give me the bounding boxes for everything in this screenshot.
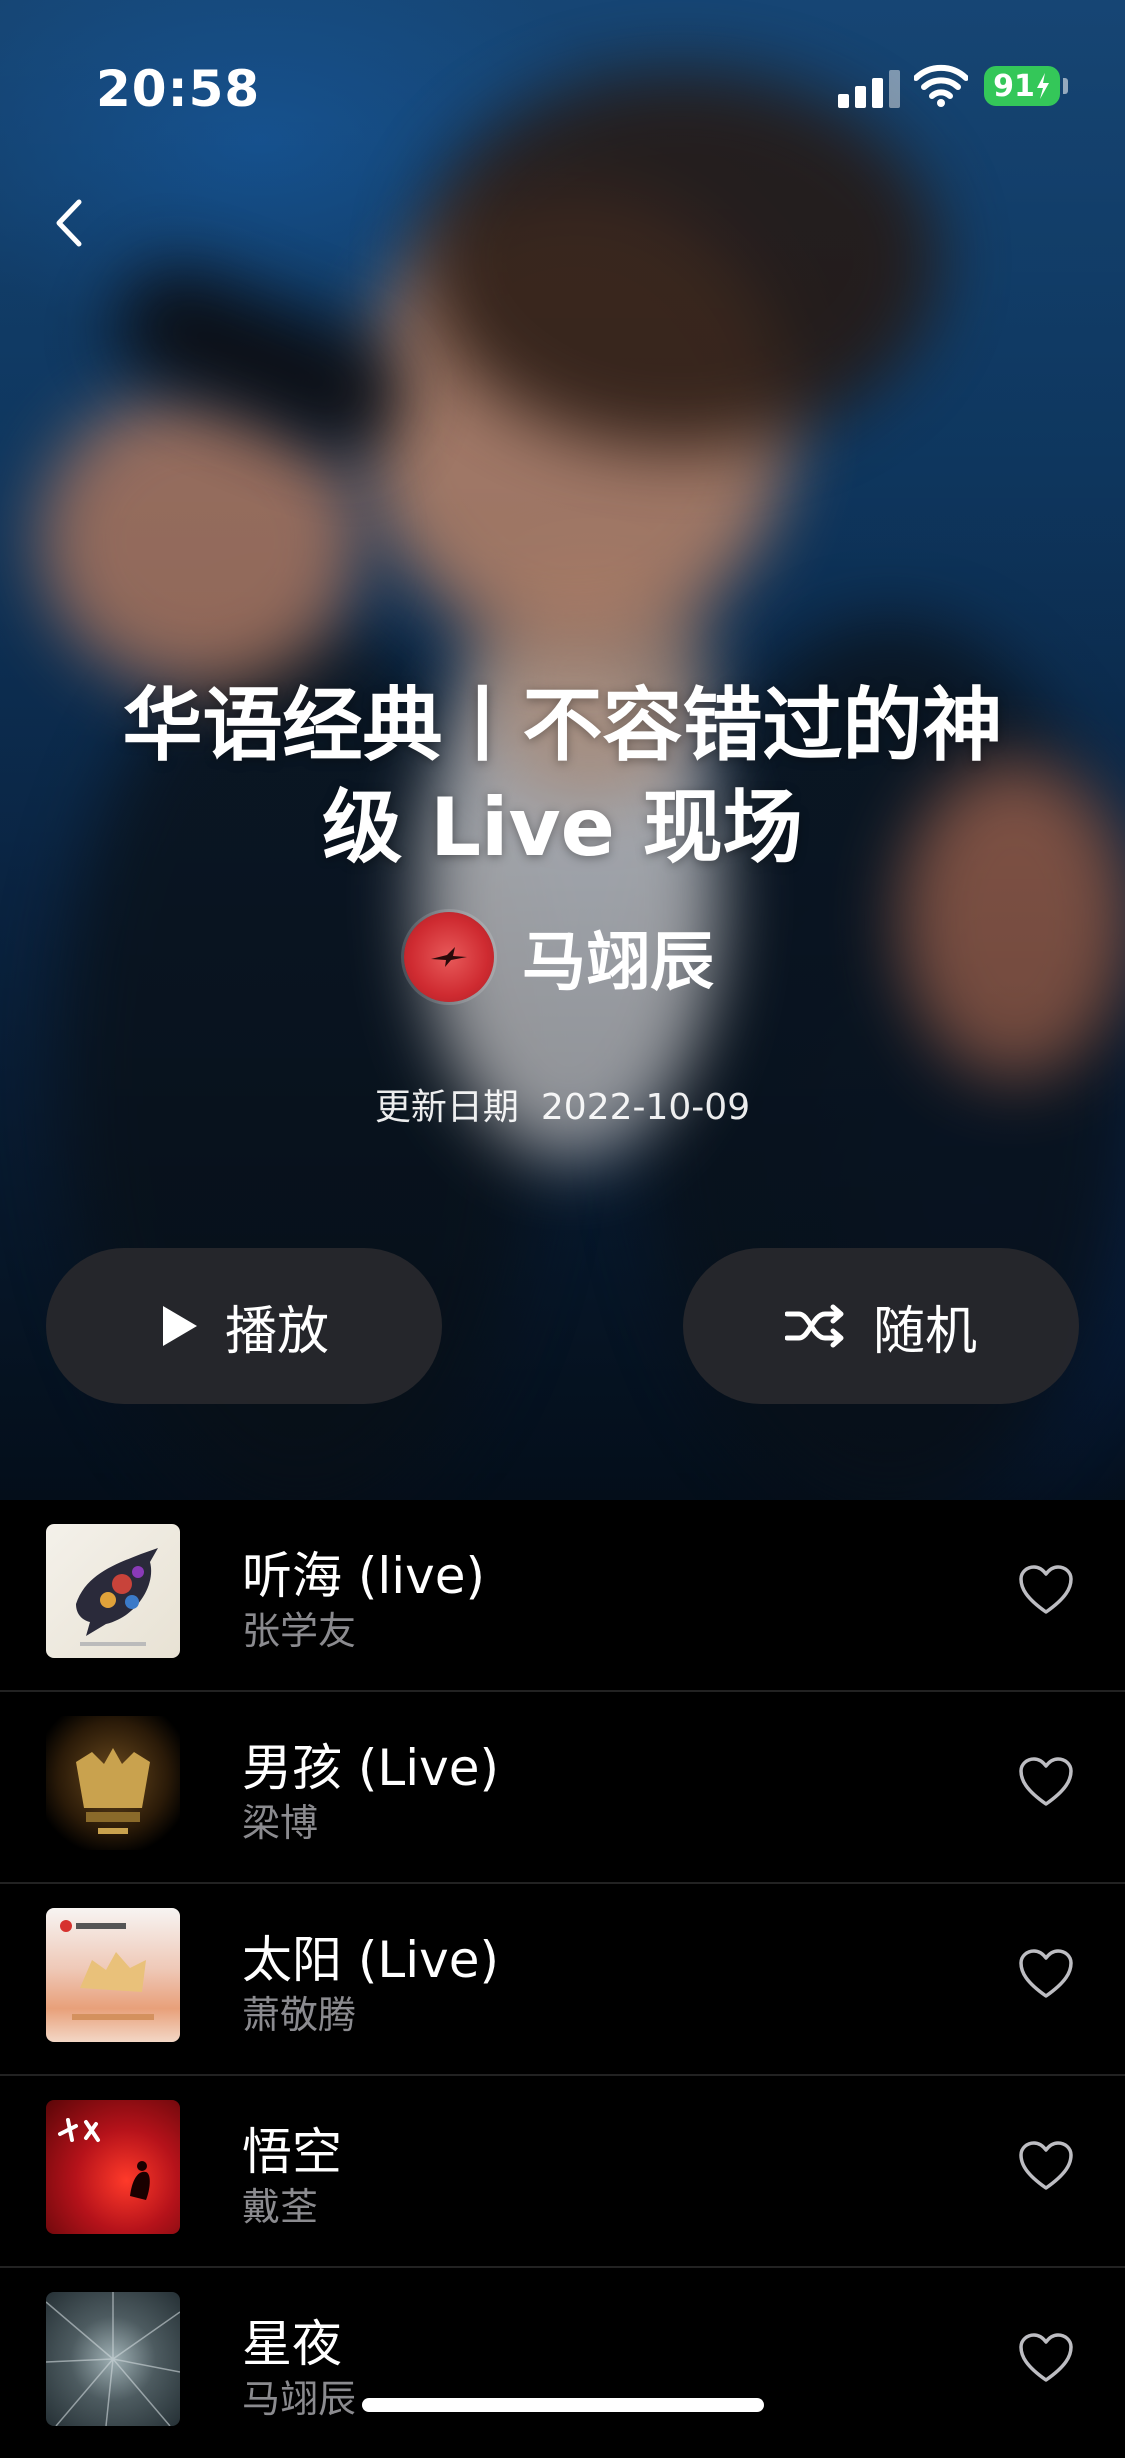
- album-cover: [46, 1716, 180, 1850]
- shuffle-label: 随机: [872, 1301, 977, 1362]
- heart-icon: [1019, 2141, 1073, 2190]
- track-row[interactable]: 悟空 戴荃: [0, 2076, 1125, 2268]
- play-button[interactable]: 播放: [46, 1248, 442, 1404]
- heart-icon: [1019, 1565, 1073, 1614]
- heart-icon: [1019, 1949, 1073, 1998]
- track-artist: 马翊辰: [242, 2377, 357, 2421]
- battery-cap: [1063, 78, 1068, 94]
- playlist-title-line1: 华语经典丨不容错过的神: [122, 679, 1003, 772]
- heart-icon: [1019, 2333, 1073, 2382]
- status-time: 20:58: [96, 60, 261, 118]
- album-cover: [46, 1908, 180, 2042]
- like-button[interactable]: [1018, 2140, 1074, 2192]
- track-artist: 萧敬腾: [242, 1993, 357, 2037]
- curator-name: 马翊辰: [522, 926, 714, 1000]
- like-button[interactable]: [1018, 1948, 1074, 2000]
- home-indicator[interactable]: [362, 2398, 764, 2412]
- battery-level: 91: [993, 68, 1035, 104]
- track-artist: 戴荃: [242, 2185, 319, 2229]
- track-list: 听海 (live) 张学友 男孩 (Live) 梁博 太阳 (Live) 萧敬腾…: [0, 1500, 1125, 2458]
- bird-logo-icon: [431, 947, 467, 967]
- wifi-icon: [913, 64, 969, 108]
- album-cover: [46, 2292, 180, 2426]
- track-row[interactable]: 男孩 (Live) 梁博: [0, 1692, 1125, 1884]
- cellular-signal-icon: [838, 68, 900, 108]
- updated-label: 更新日期: [374, 1087, 519, 1128]
- like-button[interactable]: [1018, 1756, 1074, 1808]
- like-button[interactable]: [1018, 2332, 1074, 2384]
- track-title: 男孩 (Live): [242, 1739, 500, 1797]
- charging-bolt-icon: [1036, 73, 1049, 99]
- track-artist: 张学友: [242, 1609, 357, 1653]
- track-title: 悟空: [242, 2123, 342, 2181]
- shuffle-button[interactable]: 随机: [683, 1248, 1079, 1404]
- curator[interactable]: 马翊辰: [404, 910, 714, 1004]
- heart-icon: [1019, 1757, 1073, 1806]
- track-title: 听海 (live): [242, 1547, 486, 1605]
- track-row[interactable]: 听海 (live) 张学友: [0, 1500, 1125, 1692]
- back-button[interactable]: [38, 188, 98, 258]
- track-artist: 梁博: [242, 1801, 319, 1845]
- track-title: 星夜: [242, 2315, 342, 2373]
- track-row[interactable]: 星夜 马翊辰: [0, 2268, 1125, 2458]
- shuffle-icon: [784, 1304, 847, 1348]
- track-row[interactable]: 太阳 (Live) 萧敬腾: [0, 1884, 1125, 2076]
- updated-date: 更新日期 2022-10-09: [0, 1078, 1125, 1130]
- playlist-title: 华语经典丨不容错过的神 级 Live 现场: [70, 675, 1055, 879]
- track-title: 太阳 (Live): [242, 1931, 500, 1989]
- playlist-title-line2: 级 Live 现场: [322, 781, 803, 874]
- battery-indicator: 91: [984, 66, 1060, 106]
- album-cover: [46, 1524, 180, 1658]
- play-icon: [159, 1303, 199, 1349]
- album-cover: [46, 2100, 180, 2234]
- like-button[interactable]: [1018, 1564, 1074, 1616]
- avatar: [404, 912, 494, 1002]
- play-label: 播放: [224, 1301, 329, 1362]
- updated-value: 2022-10-09: [540, 1087, 751, 1128]
- chevron-left-icon: [56, 199, 82, 247]
